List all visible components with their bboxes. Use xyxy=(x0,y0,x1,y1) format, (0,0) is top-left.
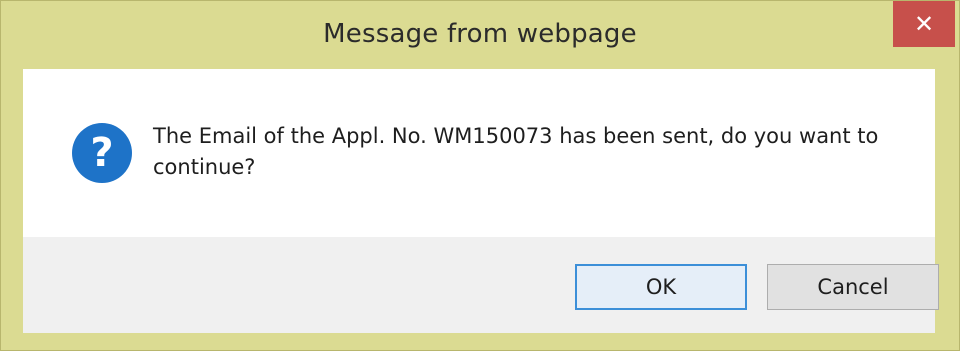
message-text: The Email of the Appl. No. WM150073 has … xyxy=(153,121,913,183)
title-bar[interactable]: Message from webpage ✕ xyxy=(1,1,959,69)
svg-text:?: ? xyxy=(90,130,113,176)
question-icon: ? xyxy=(72,123,132,183)
button-bar: OK Cancel xyxy=(23,237,939,333)
cancel-button[interactable]: Cancel xyxy=(767,264,939,310)
close-button[interactable]: ✕ xyxy=(893,1,955,47)
message-line-2: continue? xyxy=(153,155,256,179)
message-line-1: The Email of the Appl. No. WM150073 has … xyxy=(153,124,879,148)
ok-button[interactable]: OK xyxy=(575,264,747,310)
dialog-content: ? The Email of the Appl. No. WM150073 ha… xyxy=(23,69,939,333)
window-title: Message from webpage xyxy=(323,19,637,49)
close-icon: ✕ xyxy=(913,10,935,38)
message-area: ? The Email of the Appl. No. WM150073 ha… xyxy=(23,69,935,237)
dialog-window: Message from webpage ✕ ? The Email of th… xyxy=(0,0,960,351)
